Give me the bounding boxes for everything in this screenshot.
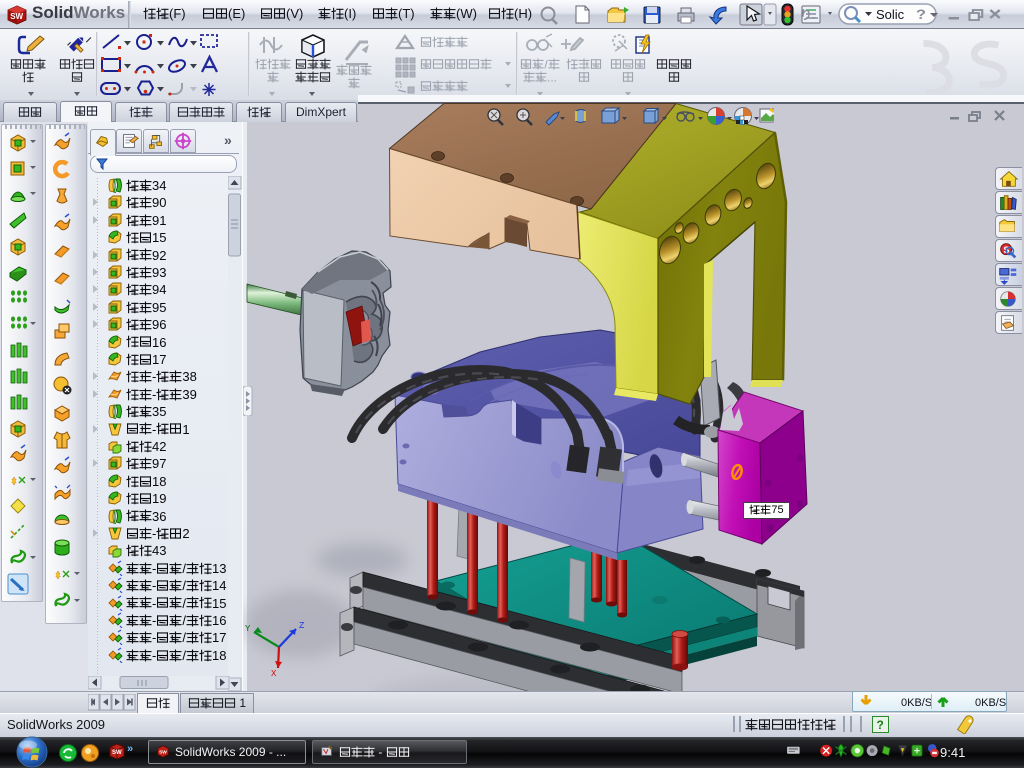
svg-text:SW: SW: [10, 12, 23, 21]
svg-text:0KB/S: 0KB/S: [975, 697, 1006, 709]
svg-text:Solic: Solic: [876, 7, 905, 22]
svg-text:?: ?: [877, 718, 884, 732]
svg-text:SW: SW: [112, 750, 122, 756]
svg-text:Z: Z: [299, 621, 305, 631]
svg-text:0KB/S: 0KB/S: [901, 697, 932, 709]
svg-text:»: »: [127, 743, 133, 755]
svg-text:?: ?: [916, 7, 926, 23]
svg-text:X: X: [271, 669, 277, 679]
svg-text:り..: り..: [800, 8, 819, 22]
svg-text:Y: Y: [245, 624, 251, 634]
svg-text:SW: SW: [159, 750, 167, 756]
